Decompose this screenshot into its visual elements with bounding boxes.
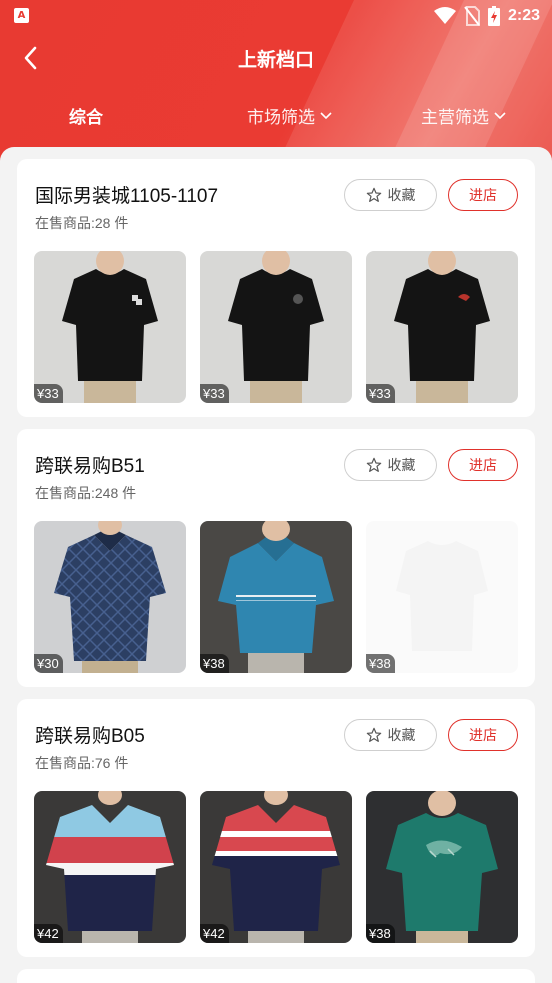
tab-market-filter[interactable]: 市场筛选 [247,103,333,128]
product-price: ¥42 [34,924,63,943]
status-bar: A 2:23 [0,0,552,32]
blue-polo-image [200,521,352,673]
product-thumbnail[interactable]: ¥42 [34,791,186,943]
product-price: ¥38 [366,924,395,943]
star-icon [366,187,381,202]
tab-label: 主营筛选 [421,108,489,127]
shop-name: 跨联易购B51 [35,456,145,477]
clock: 2:23 [507,7,540,24]
favorite-button[interactable]: 收藏 [344,449,437,481]
black-tshirt-image [34,251,186,403]
shop-name: 跨联易购B05 [35,726,145,747]
favorite-label: 收藏 [387,457,416,473]
tab-category-filter[interactable]: 主营筛选 [421,103,507,128]
shop-product-count: 在售商品:76 件 [35,755,129,771]
tab-label: 市场筛选 [247,108,315,127]
green-tshirt-image [366,791,518,943]
enter-shop-button[interactable]: 进店 [448,179,518,211]
white-placeholder-image [366,521,518,673]
product-thumbnails: ¥33 ¥33 ¥33 [34,251,518,403]
favorite-button[interactable]: 收藏 [344,179,437,211]
product-thumbnail[interactable]: ¥38 [366,521,518,673]
striped-polo-image [34,791,186,943]
shop-list[interactable]: 国际男装城1105-1107 在售商品:28 件 收藏 进店 ¥33 ¥33 ¥… [0,147,552,983]
product-price: ¥33 [34,384,63,403]
product-price: ¥30 [34,654,63,673]
product-thumbnail[interactable]: ¥30 [34,521,186,673]
product-thumbnail[interactable]: ¥33 [34,251,186,403]
star-icon [366,457,381,472]
product-thumbnails: ¥30 ¥38 ¥38 [34,521,518,673]
shop-card[interactable] [17,969,535,983]
wifi-icon [433,7,456,24]
product-thumbnail[interactable]: ¥38 [200,521,352,673]
product-thumbnail[interactable]: ¥33 [366,251,518,403]
product-price: ¥42 [200,924,229,943]
enter-shop-button[interactable]: 进店 [448,719,518,751]
product-price: ¥38 [366,654,395,673]
black-tshirt-image [366,251,518,403]
product-thumbnail[interactable]: ¥33 [200,251,352,403]
battery-charging-icon [487,6,500,26]
black-tshirt-image [200,251,352,403]
product-thumbnails: ¥42 ¥42 ¥38 [34,791,518,943]
product-thumbnail[interactable]: ¥42 [200,791,352,943]
product-price: ¥33 [200,384,229,403]
app-notification-icon: A [14,8,29,23]
favorite-label: 收藏 [387,727,416,743]
shop-product-count: 在售商品:28 件 [35,215,129,231]
product-price: ¥38 [200,654,229,673]
chevron-down-icon [320,111,332,119]
shop-product-count: 在售商品:248 件 [35,485,137,501]
shop-card[interactable]: 跨联易购B51 在售商品:248 件 收藏 进店 ¥30 ¥38 ¥38 [17,429,535,687]
product-price: ¥33 [366,384,395,403]
tab-label: 综合 [69,108,103,127]
tab-overall[interactable]: 综合 [69,103,103,128]
favorite-label: 收藏 [387,187,416,203]
product-thumbnail[interactable]: ¥38 [366,791,518,943]
chevron-down-icon [494,111,506,119]
page-title: 上新档口 [237,50,314,71]
favorite-button[interactable]: 收藏 [344,719,437,751]
no-sim-icon [464,6,480,26]
shop-name: 国际男装城1105-1107 [35,186,219,207]
navy-polo-image [34,521,186,673]
star-icon [366,727,381,742]
striped-polo-image [200,791,352,943]
shop-card[interactable]: 跨联易购B05 在售商品:76 件 收藏 进店 ¥42 ¥42 ¥38 [17,699,535,957]
shop-card[interactable]: 国际男装城1105-1107 在售商品:28 件 收藏 进店 ¥33 ¥33 ¥… [17,159,535,417]
filter-tabs: 综合 市场筛选 主营筛选 [0,103,552,133]
enter-shop-button[interactable]: 进店 [448,449,518,481]
